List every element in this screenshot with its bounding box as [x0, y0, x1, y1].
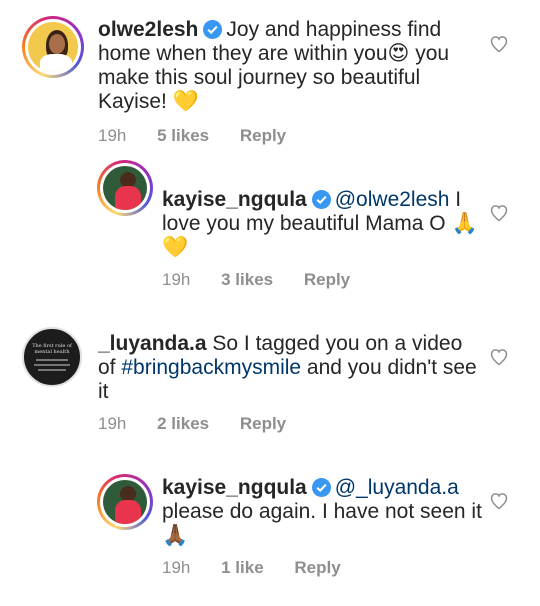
- comment-text: _luyanda.a So I tagged you on a video of…: [98, 332, 478, 404]
- mention-link[interactable]: @_luyanda.a: [335, 476, 459, 499]
- likes-count[interactable]: 1 like: [221, 558, 264, 577]
- timestamp: 19h: [162, 270, 191, 289]
- comment-meta: 19h 2 likes Reply: [98, 414, 286, 434]
- comment-text: kayise_ngqula @olwe2lesh I love you my be…: [162, 188, 482, 260]
- avatar[interactable]: [22, 16, 84, 78]
- username[interactable]: kayise_ngqula: [162, 188, 307, 211]
- reply-button[interactable]: Reply: [240, 414, 286, 433]
- likes-count[interactable]: 3 likes: [221, 270, 273, 289]
- verified-badge-icon: [203, 20, 223, 39]
- timestamp: 19h: [162, 558, 191, 577]
- comment-text: kayise_ngqula @_luyanda.a please do again…: [162, 476, 482, 548]
- comment-meta: 19h 1 like Reply: [162, 558, 341, 578]
- comment-meta: 19h 5 likes Reply: [98, 126, 286, 146]
- avatar[interactable]: The first rule of mental health: [22, 327, 82, 387]
- timestamp: 19h: [98, 126, 127, 145]
- timestamp: 19h: [98, 414, 127, 433]
- username[interactable]: olwe2lesh: [98, 18, 198, 41]
- heart-outline-icon[interactable]: [489, 34, 509, 54]
- likes-count[interactable]: 2 likes: [157, 414, 209, 433]
- hashtag-link[interactable]: #bringbackmysmile: [121, 356, 301, 379]
- comment-body: please do again. I have not seen it 🙏🏾: [162, 500, 482, 547]
- username[interactable]: _luyanda.a: [98, 332, 207, 355]
- mention-link[interactable]: @olwe2lesh: [335, 188, 450, 211]
- verified-badge-icon: [311, 478, 331, 497]
- heart-outline-icon[interactable]: [489, 347, 509, 367]
- heart-outline-icon[interactable]: [489, 203, 509, 223]
- reply-button[interactable]: Reply: [240, 126, 286, 145]
- avatar[interactable]: [97, 474, 153, 530]
- avatar-caption: The first rule of mental health: [32, 343, 72, 355]
- verified-badge-icon: [311, 190, 331, 209]
- avatar[interactable]: [97, 160, 153, 216]
- likes-count[interactable]: 5 likes: [157, 126, 209, 145]
- heart-outline-icon[interactable]: [489, 491, 509, 511]
- reply-button[interactable]: Reply: [304, 270, 350, 289]
- reply-button[interactable]: Reply: [294, 558, 340, 577]
- comment-meta: 19h 3 likes Reply: [162, 270, 350, 290]
- username[interactable]: kayise_ngqula: [162, 476, 307, 499]
- comment-text: olwe2lesh Joy and happiness find home whe…: [98, 18, 478, 114]
